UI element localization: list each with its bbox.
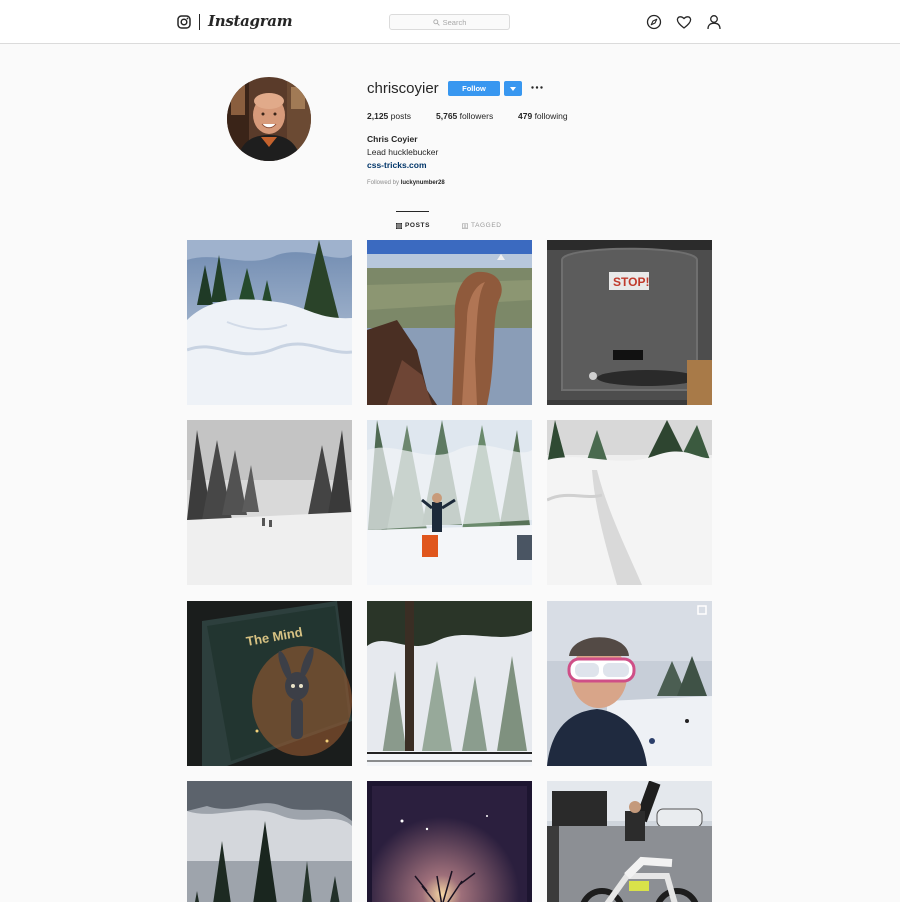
brand-wordmark[interactable]: Instagram [208, 12, 293, 30]
search-icon [432, 18, 440, 26]
profile-bio: Lead hucklebucker [367, 147, 439, 157]
follow-button[interactable]: Follow [448, 81, 500, 96]
profile-full-name: Chris Coyier [367, 134, 418, 144]
post-thumbnail[interactable]: The Mind [187, 601, 352, 766]
tab-tagged-label: TAGGED [471, 222, 502, 229]
user-icon[interactable] [706, 14, 722, 30]
search-input[interactable]: Search [389, 14, 510, 30]
ellipsis-icon [531, 85, 543, 89]
profile-username: chriscoyier [367, 80, 439, 97]
svg-text:STOP!: STOP! [613, 275, 649, 289]
post-thumbnail[interactable] [187, 420, 352, 585]
grid-icon [396, 222, 402, 229]
more-options-button[interactable] [531, 81, 543, 93]
followed-by: Followed by luckynumber28 [367, 180, 445, 186]
active-tab-indicator [396, 211, 429, 212]
tab-posts-label: POSTS [405, 222, 431, 229]
post-thumbnail[interactable] [187, 240, 352, 405]
post-thumbnail[interactable] [547, 420, 712, 585]
followers-link[interactable]: 5,765 followers [436, 111, 493, 121]
following-link[interactable]: 479 following [518, 111, 568, 121]
top-nav: Instagram Search [0, 0, 900, 44]
logo-divider [199, 14, 200, 30]
search-placeholder: Search [442, 17, 467, 27]
post-thumbnail[interactable] [547, 781, 712, 902]
profile-website-link[interactable]: css-tricks.com [367, 160, 427, 170]
suggestions-dropdown-button[interactable] [504, 81, 522, 96]
tab-tagged[interactable]: TAGGED [462, 222, 502, 229]
post-thumbnail[interactable] [367, 781, 532, 902]
compass-icon[interactable] [646, 14, 662, 30]
posts-count: 2,125 posts [367, 111, 411, 121]
heart-icon[interactable] [676, 14, 692, 30]
post-thumbnail[interactable] [367, 420, 532, 585]
post-thumbnail[interactable] [547, 601, 712, 766]
post-thumbnail[interactable] [187, 781, 352, 902]
post-thumbnail[interactable] [367, 240, 532, 405]
tagged-icon [462, 223, 468, 229]
followed-by-user-link[interactable]: luckynumber28 [401, 180, 445, 186]
post-thumbnail[interactable]: STOP! [547, 240, 712, 405]
caret-down-icon [510, 86, 516, 91]
tab-posts[interactable]: POSTS [396, 222, 430, 229]
camera-icon[interactable] [177, 15, 191, 29]
avatar[interactable] [227, 77, 311, 161]
post-thumbnail[interactable] [367, 601, 532, 766]
